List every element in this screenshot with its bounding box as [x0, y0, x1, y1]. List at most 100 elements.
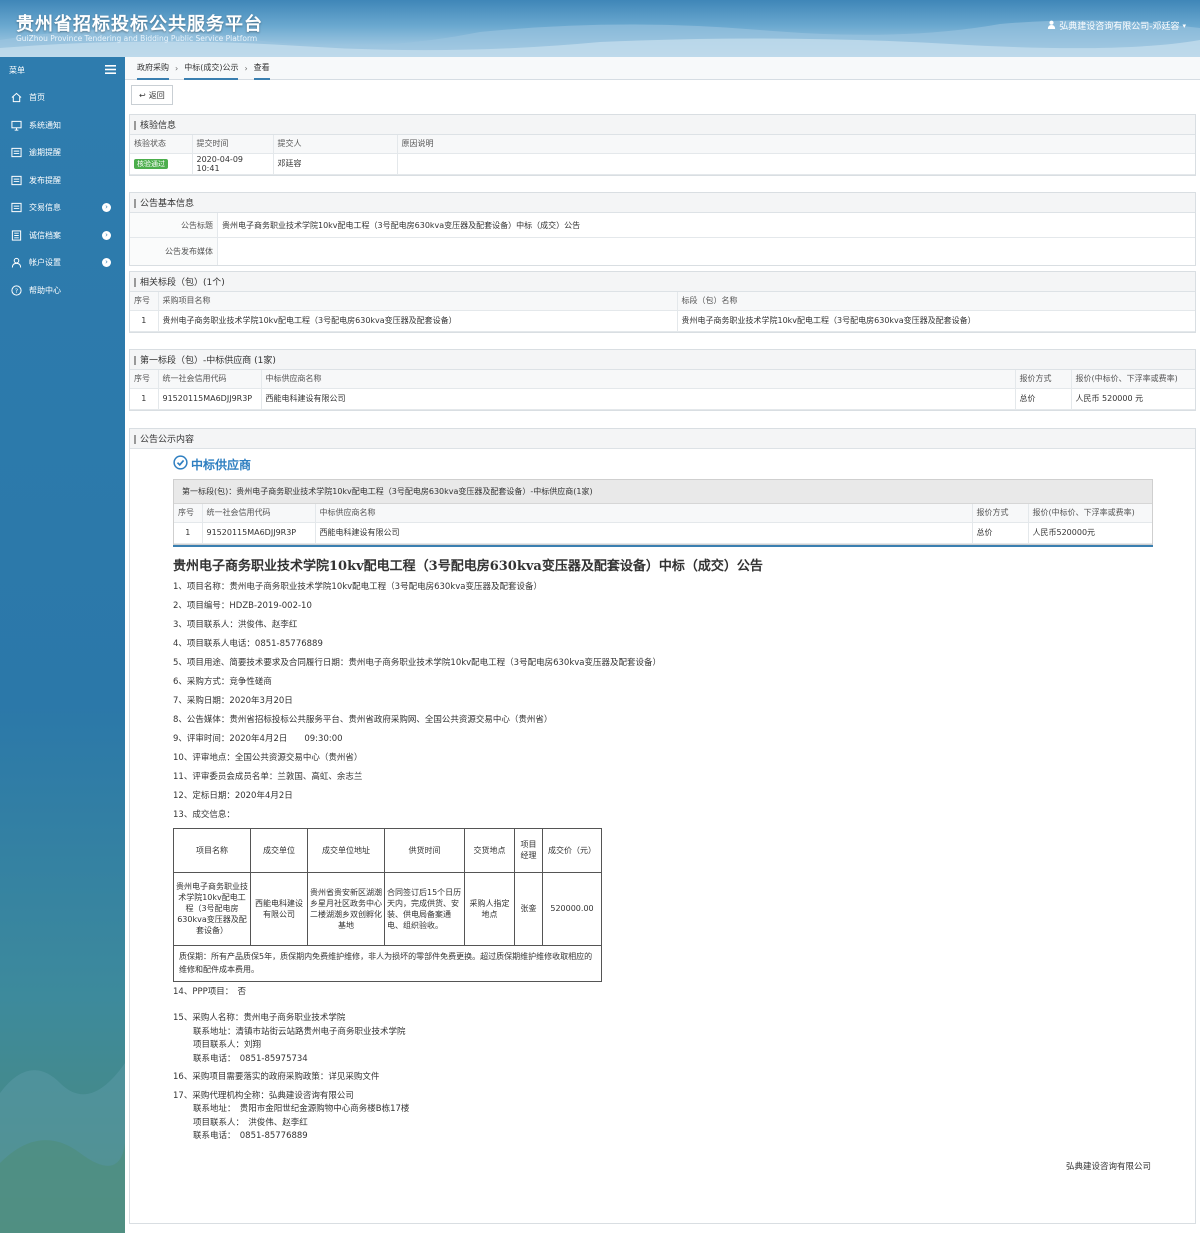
doc-line: 联系电话： 0851-85975734 [193, 1053, 308, 1064]
panel-title: 第一标段（包）-中标供应商 (1家) [130, 350, 1195, 370]
deal-cell: 贵州省贵安新区湖潮乡星月社区政务中心二楼湖潮乡双创孵化基地 [307, 871, 385, 946]
col-header: 报价(中标价、下浮率或费率) [1028, 504, 1152, 523]
row-index: 1 [130, 310, 159, 332]
doc-line: 12、定标日期：2020年4月2日 [173, 790, 293, 801]
breadcrumb: 政府采购 › 中标(成交)公示 › 查看 [125, 57, 1200, 80]
platform-subtitle: GuiZhou Province Tendering and Bidding P… [16, 34, 258, 43]
breadcrumb-item-current[interactable]: 查看 [248, 57, 276, 80]
publish-media [218, 238, 1195, 265]
breadcrumb-item[interactable]: 政府采购 [131, 57, 175, 80]
sidebar-item-trade[interactable]: 交易信息 › [0, 194, 125, 222]
sections-table: 序号 采购项目名称 标段（包）名称 1 贵州电子商务职业技术学院10kv配电工程… [130, 292, 1195, 332]
deal-cell: 张銮 [514, 871, 543, 946]
sidebar-item-publish[interactable]: 发布提醒 [0, 167, 125, 195]
doc-line: 6、采购方式：竞争性磋商 [173, 676, 272, 687]
content-winner-table: 序号 统一社会信用代码 中标供应商名称 报价方式 报价(中标价、下浮率或费率) … [174, 504, 1152, 544]
doc-line: 联系电话： 0851-85776889 [193, 1131, 308, 1141]
check-badge-icon [173, 455, 188, 473]
table-row: 1 91520115MA6DJJ9R3P 西能电科建设有限公司 总价 人民币52… [174, 522, 1152, 544]
field-label: 公告标题 [130, 213, 218, 237]
col-header: 提交人 [273, 135, 398, 154]
back-button[interactable]: ↩ 返回 [131, 85, 173, 105]
doc-line: 项目联系人：刘翔 [193, 1040, 262, 1050]
col-header: 序号 [174, 504, 203, 523]
doc-line: 11、评审委员会成员名单：兰敦国、高虹、余志兰 [173, 771, 363, 782]
sections-panel: 相关标段（包）(1个) 序号 采购项目名称 标段（包）名称 1 贵州电子商务职业… [129, 271, 1196, 333]
deal-header: 交货地点 [464, 827, 515, 873]
table-row: 1 91520115MA6DJJ9R3P 西能电科建设有限公司 总价 人民币 5… [130, 388, 1195, 410]
doc-line: 14、PPP项目： 否 [173, 986, 246, 997]
home-icon [10, 92, 22, 104]
announcement-title: 贵州电子商务职业技术学院10kv配电工程（3号配电房630kva变压器及配套设备… [222, 221, 581, 230]
col-header: 中标供应商名称 [315, 504, 973, 523]
verify-table: 核验状态 提交时间 提交人 原因说明 核验通过 2020-04-09 10:41… [130, 135, 1195, 175]
col-header: 报价方式 [1015, 370, 1072, 389]
table-row: 贵州电子商务职业技术学院10kv配电工程（3号配电房630kva变压器及配套设备… [173, 871, 602, 946]
panel-title: 公告公示内容 [130, 429, 1195, 449]
sidebar-item-home[interactable]: 首页 [0, 84, 125, 112]
document-footer: 14、PPP项目： 否 15、采购人名称：贵州电子商务职业技术学院 联系地址：清… [173, 986, 1153, 1175]
sidebar: 菜单 首页 系统通知 逾期提醒 发布提醒 交易信息 › 诚信档案 › 帐户设置 … [0, 57, 125, 1233]
col-header: 统一社会信用代码 [202, 504, 316, 523]
user-name: 弘典建设咨询有限公司-邓廷容 [1059, 22, 1180, 32]
quote-value: 人民币520000元 [1028, 522, 1152, 544]
col-header: 采购项目名称 [158, 292, 678, 311]
supplier-name: 西能电科建设有限公司 [261, 388, 1016, 410]
signature: 弘典建设咨询有限公司 [1065, 1161, 1151, 1172]
top-header: 贵州省招标投标公共服务平台 GuiZhou Province Tendering… [0, 0, 1200, 57]
row-index: 1 [174, 522, 203, 544]
quote-type: 总价 [972, 522, 1029, 544]
doc-line: 13、成交信息： [173, 809, 235, 820]
doc-line: 3、项目联系人：洪俊伟、赵李红 [173, 619, 298, 630]
doc-line: 17、采购代理机构全称：弘典建设咨询有限公司 [173, 1090, 354, 1101]
user-menu[interactable]: 弘典建设咨询有限公司-邓廷容 ▾ [1047, 19, 1186, 32]
deal-header: 成交单位地址 [307, 827, 385, 873]
sub-box-title: 第一标段(包)：贵州电子商务职业技术学院10kv配电工程（3号配电房630kva… [174, 480, 1152, 504]
winner-heading: 中标供应商 [173, 455, 1153, 473]
col-header: 提交时间 [192, 135, 274, 154]
user-icon [10, 257, 22, 269]
warranty-note: 质保期：所有产品质保5年，质保期内免费维护维修，非人为损坏的零部件免费更换。超过… [173, 944, 602, 982]
col-header: 中标供应商名称 [261, 370, 1016, 389]
document-title: 贵州电子商务职业技术学院10kv配电工程（3号配电房630kva变压器及配套设备… [173, 558, 763, 574]
supplier-name: 西能电科建设有限公司 [315, 522, 973, 544]
quote-type: 总价 [1015, 388, 1072, 410]
sidebar-item-help[interactable]: ? 帮助中心 [0, 277, 125, 305]
col-header: 统一社会信用代码 [158, 370, 262, 389]
sidebar-item-account[interactable]: 帐户设置 › [0, 249, 125, 277]
breadcrumb-item[interactable]: 中标(成交)公示 [178, 57, 244, 80]
sidebar-item-overdue[interactable]: 逾期提醒 [0, 139, 125, 167]
sidebar-header: 菜单 [0, 57, 125, 84]
sidebar-item-credit[interactable]: 诚信档案 › [0, 222, 125, 250]
row-index: 1 [130, 388, 159, 410]
sidebar-item-notice[interactable]: 系统通知 [0, 112, 125, 140]
credit-code: 91520115MA6DJJ9R3P [202, 522, 316, 544]
sidebar-title: 菜单 [9, 66, 25, 75]
col-header: 报价方式 [972, 504, 1029, 523]
deal-header: 供货时间 [384, 827, 465, 873]
chevron-right-icon: › [102, 203, 111, 212]
field-label: 公告发布媒体 [130, 238, 218, 265]
announcement-content: 中标供应商 第一标段(包)：贵州电子商务职业技术学院10kv配电工程（3号配电房… [173, 455, 1153, 1174]
svg-text:?: ? [14, 287, 17, 295]
submitter: 邓廷容 [273, 153, 398, 175]
winner-sub-box: 第一标段(包)：贵州电子商务职业技术学院10kv配电工程（3号配电房630kva… [173, 479, 1153, 545]
doc-line: 9、评审时间：2020年4月2日 09:30:00 [173, 733, 343, 744]
platform-title: 贵州省招标投标公共服务平台 [16, 14, 263, 35]
panel-title: 相关标段（包）(1个) [130, 272, 1195, 292]
info-row: 公告发布媒体 [130, 238, 1195, 265]
monitor-icon [10, 119, 22, 131]
doc-line: 10、评审地点：全国公共资源交易中心（贵州省） [173, 752, 363, 763]
chevron-right-icon: › [102, 230, 111, 240]
deal-header: 成交单位 [250, 827, 308, 873]
col-header: 报价(中标价、下浮率或费率) [1071, 370, 1195, 389]
deal-header: 成交价（元） [542, 827, 602, 873]
deal-header: 项目名称 [173, 827, 251, 873]
chevron-right-icon: › [102, 258, 111, 267]
doc-line: 4、项目联系人电话：0851-85776889 [173, 638, 323, 649]
archive-icon [10, 229, 22, 241]
menu-toggle-icon[interactable] [105, 65, 116, 76]
col-header: 序号 [130, 292, 159, 311]
info-row: 公告标题 贵州电子商务职业技术学院10kv配电工程（3号配电房630kva变压器… [130, 213, 1195, 238]
doc-line: 15、采购人名称：贵州电子商务职业技术学院 [173, 1013, 346, 1023]
